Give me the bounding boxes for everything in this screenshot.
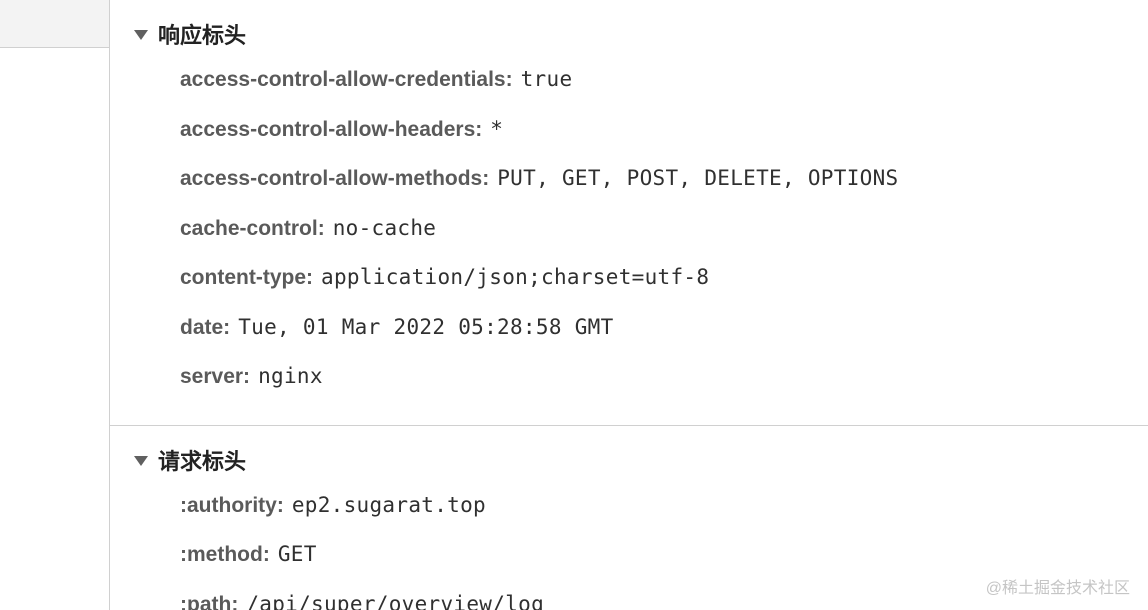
chevron-down-icon — [134, 456, 148, 466]
header-row: :path: /api/super/overview/log — [180, 589, 1148, 610]
header-name: content-type: — [180, 262, 313, 294]
sidebar-tab-active[interactable] — [0, 0, 109, 48]
header-name: access-control-allow-methods: — [180, 163, 489, 195]
header-value: no-cache — [333, 213, 437, 245]
header-value: ep2.sugarat.top — [292, 490, 486, 522]
header-name: server: — [180, 361, 250, 393]
header-value: application/json;charset=utf-8 — [321, 262, 709, 294]
header-value: * — [490, 114, 503, 146]
devtools-sidebar — [0, 0, 110, 610]
header-row: :authority: ep2.sugarat.top — [180, 490, 1148, 522]
header-row: access-control-allow-credentials: true — [180, 64, 1148, 96]
header-name: :method: — [180, 539, 270, 571]
header-name: cache-control: — [180, 213, 325, 245]
header-value: true — [521, 64, 573, 96]
header-name: date: — [180, 312, 230, 344]
header-row: server: nginx — [180, 361, 1148, 393]
response-headers-title: 响应标头 — [158, 18, 246, 50]
header-row: access-control-allow-methods: PUT, GET, … — [180, 163, 1148, 195]
header-name: :authority: — [180, 490, 284, 522]
header-value: /api/super/overview/log — [246, 589, 544, 610]
header-value: nginx — [258, 361, 323, 393]
headers-panel: 响应标头 access-control-allow-credentials: t… — [110, 0, 1148, 610]
header-row: cache-control: no-cache — [180, 213, 1148, 245]
response-headers-list: access-control-allow-credentials: true a… — [134, 64, 1148, 393]
header-name: access-control-allow-headers: — [180, 114, 482, 146]
header-value: Tue, 01 Mar 2022 05:28:58 GMT — [238, 312, 613, 344]
header-name: access-control-allow-credentials: — [180, 64, 513, 96]
request-headers-list: :authority: ep2.sugarat.top :method: GET… — [134, 490, 1148, 610]
header-value: PUT, GET, POST, DELETE, OPTIONS — [497, 163, 898, 195]
header-row: :method: GET — [180, 539, 1148, 571]
chevron-down-icon — [134, 30, 148, 40]
request-headers-section: 请求标头 :authority: ep2.sugarat.top :method… — [110, 425, 1148, 610]
header-row: content-type: application/json;charset=u… — [180, 262, 1148, 294]
header-row: date: Tue, 01 Mar 2022 05:28:58 GMT — [180, 312, 1148, 344]
header-value: GET — [278, 539, 317, 571]
header-row: access-control-allow-headers: * — [180, 114, 1148, 146]
request-headers-title: 请求标头 — [158, 444, 246, 476]
response-headers-toggle[interactable]: 响应标头 — [134, 18, 1148, 50]
response-headers-section: 响应标头 access-control-allow-credentials: t… — [110, 0, 1148, 425]
request-headers-toggle[interactable]: 请求标头 — [134, 444, 1148, 476]
header-name: :path: — [180, 589, 238, 610]
